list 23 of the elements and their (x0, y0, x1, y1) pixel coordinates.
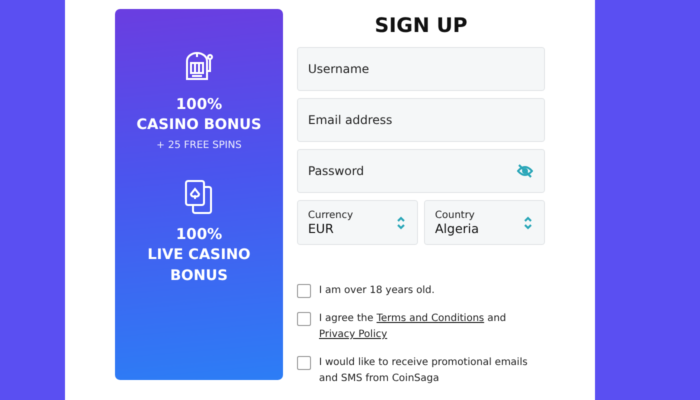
bonus-extra: + 25 FREE SPINS (156, 140, 242, 151)
input-field[interactable]: Password (297, 149, 545, 193)
up-down-caret-icon (397, 216, 405, 230)
link[interactable]: Privacy Policy (319, 329, 388, 340)
checkbox[interactable] (297, 284, 311, 298)
bonus-title: CASINO BONUS (136, 116, 262, 135)
checkbox[interactable] (297, 356, 311, 370)
dropdown-select[interactable]: Currency EUR (297, 200, 418, 245)
bonus-title: LIVE CASINO BONUS (146, 246, 252, 286)
link[interactable]: Terms and Conditions (376, 313, 484, 324)
bonus-amount: 100% (176, 224, 222, 245)
playing-cards-icon (183, 179, 215, 215)
up-down-caret-icon (524, 216, 532, 230)
input-field[interactable]: Email address (297, 98, 545, 142)
checkbox[interactable] (297, 312, 311, 326)
checkbox-label: I am over 18 years old. (319, 284, 435, 298)
bonus-amount: 100% (176, 94, 222, 115)
checkbox-label: I agree the Terms and Conditions and Privacy Policy (319, 312, 508, 342)
dropdown-select[interactable]: Country Algeria (424, 200, 545, 245)
input-field[interactable]: Username (297, 47, 545, 91)
eye-slash-icon[interactable] (517, 164, 533, 178)
form-title: SIGN UP (374, 13, 468, 37)
checkbox-label: I would like to receive promotional emails and SMS from CoinSaga (319, 356, 529, 386)
